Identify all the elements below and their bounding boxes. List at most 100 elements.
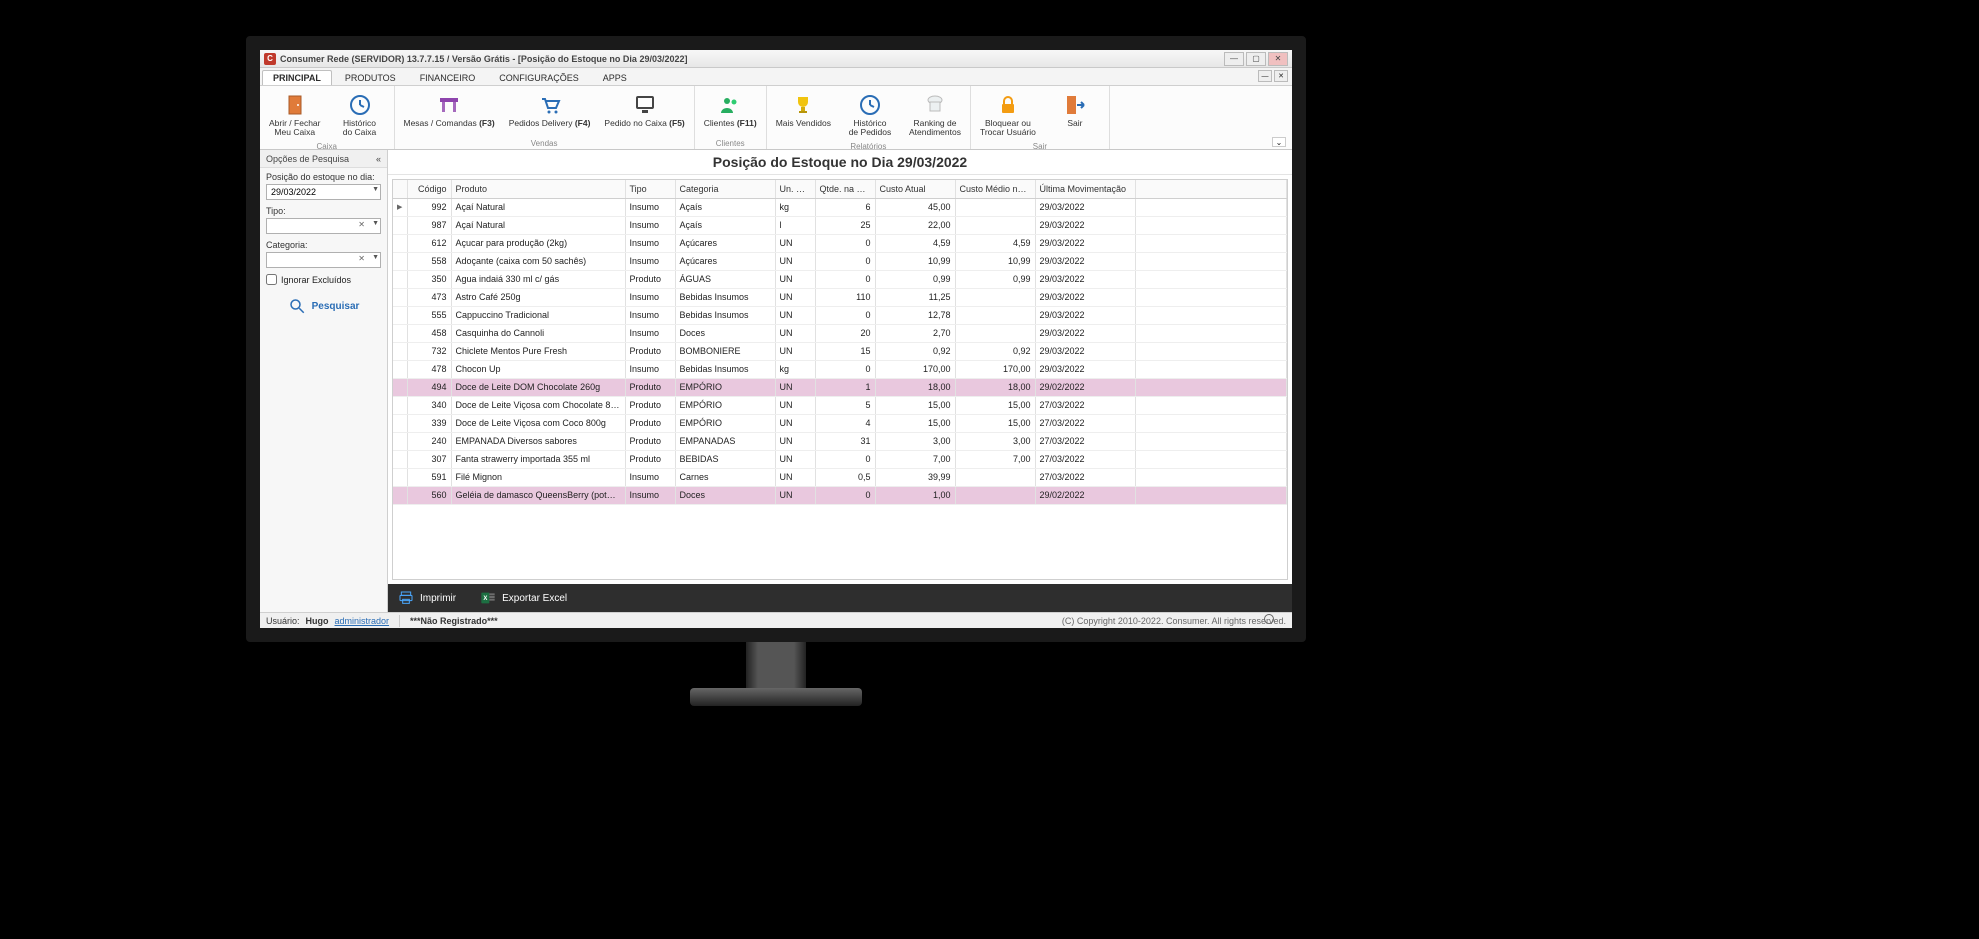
categoria-dropdown-icon[interactable]: ▼ xyxy=(372,254,379,261)
table-cell: Produto xyxy=(625,414,675,432)
ribbon-item-3-2[interactable]: Ranking deAtendimentos xyxy=(904,88,966,141)
table-cell: ▶ xyxy=(393,198,407,216)
table-row[interactable]: 478Chocon UpInsumoBebidas Insumoskg0170,… xyxy=(393,360,1287,378)
table-cell: 240 xyxy=(407,432,451,450)
tipo-dropdown-icon[interactable]: ▼ xyxy=(372,220,379,227)
minimize-button[interactable]: — xyxy=(1224,52,1244,66)
table-cell: 15,00 xyxy=(955,396,1035,414)
ribbon-item-3-0[interactable]: Mais Vendidos xyxy=(771,88,836,141)
table-row[interactable]: 555Cappuccino TradicionalInsumoBebidas I… xyxy=(393,306,1287,324)
table-row[interactable]: 612Açucar para produção (2kg)InsumoAçúca… xyxy=(393,234,1287,252)
column-header[interactable] xyxy=(393,180,407,198)
printer-icon xyxy=(398,590,414,606)
ribbon-item-4-0[interactable]: Bloquear ouTrocar Usuário xyxy=(975,88,1041,141)
door-icon xyxy=(283,93,307,117)
ribbon-item-1-2[interactable]: Pedido no Caixa (F5) xyxy=(599,88,689,138)
mdi-minimize-button[interactable]: — xyxy=(1258,70,1272,82)
table-row[interactable]: 591Filé MignonInsumoCarnesUN0,539,9927/0… xyxy=(393,468,1287,486)
column-header[interactable]: Un. Me... xyxy=(775,180,815,198)
ribbon-group-label: Caixa xyxy=(264,141,390,152)
table-cell: UN xyxy=(775,342,815,360)
status-user-role-link[interactable]: administrador xyxy=(335,616,390,626)
ribbon-collapse-button[interactable]: ⌄ xyxy=(1272,137,1286,147)
column-header[interactable]: Qtde. na Data xyxy=(815,180,875,198)
table-cell xyxy=(393,378,407,396)
column-header[interactable]: Categoria xyxy=(675,180,775,198)
table-row[interactable]: 494Doce de Leite DOM Chocolate 260gProdu… xyxy=(393,378,1287,396)
column-header[interactable]: Custo Atual xyxy=(875,180,955,198)
monitor-icon xyxy=(633,93,657,117)
table-cell: 29/03/2022 xyxy=(1035,342,1135,360)
tab-apps[interactable]: APPS xyxy=(592,70,638,85)
tab-produtos[interactable]: PRODUTOS xyxy=(334,70,407,85)
table-row[interactable]: 307Fanta strawerry importada 355 mlProdu… xyxy=(393,450,1287,468)
print-button[interactable]: Imprimir xyxy=(398,590,456,606)
categoria-clear-icon[interactable]: ✕ xyxy=(358,254,365,263)
table-row[interactable]: 240EMPANADA Diversos saboresProdutoEMPAN… xyxy=(393,432,1287,450)
table-cell xyxy=(393,216,407,234)
close-button[interactable]: ✕ xyxy=(1268,52,1288,66)
ribbon-item-1-1[interactable]: Pedidos Delivery (F4) xyxy=(504,88,596,138)
table-cell: 170,00 xyxy=(955,360,1035,378)
ribbon-item-label: Abrir / FecharMeu Caixa xyxy=(269,119,321,138)
table-cell: 1,00 xyxy=(875,486,955,504)
table-row[interactable]: 473Astro Café 250gInsumoBebidas InsumosU… xyxy=(393,288,1287,306)
table-cell xyxy=(393,288,407,306)
table-cell xyxy=(955,468,1035,486)
column-header[interactable]: Produto xyxy=(451,180,625,198)
ribbon-item-2-0[interactable]: Clientes (F11) xyxy=(699,88,762,138)
table-cell xyxy=(1135,306,1287,324)
export-excel-button[interactable]: X Exportar Excel xyxy=(480,590,567,606)
table-cell: Produto xyxy=(625,270,675,288)
table-row[interactable]: 558Adoçante (caixa com 50 sachês)InsumoA… xyxy=(393,252,1287,270)
table-cell: kg xyxy=(775,360,815,378)
tipo-clear-icon[interactable]: ✕ xyxy=(358,220,365,229)
table-cell xyxy=(955,306,1035,324)
table-cell xyxy=(393,306,407,324)
table-row[interactable]: 987Açaí NaturalInsumoAçaísl2522,0029/03/… xyxy=(393,216,1287,234)
table-row[interactable]: 350Agua indaiá 330 ml c/ gásProdutoÁGUAS… xyxy=(393,270,1287,288)
table-cell: Astro Café 250g xyxy=(451,288,625,306)
table-cell: UN xyxy=(775,378,815,396)
ribbon-item-4-1[interactable]: Sair xyxy=(1045,88,1105,141)
table-cell: Produto xyxy=(625,378,675,396)
column-header[interactable]: Última Movimentação xyxy=(1035,180,1135,198)
tab-principal[interactable]: PRINCIPAL xyxy=(262,70,332,85)
table-cell: Insumo xyxy=(625,468,675,486)
ribbon-item-label: Históricodo Caixa xyxy=(343,119,377,138)
search-button[interactable]: Pesquisar xyxy=(288,297,360,315)
table-row[interactable]: ▶992Açaí NaturalInsumoAçaískg645,0029/03… xyxy=(393,198,1287,216)
table-row[interactable]: 560Geléia de damasco QueensBerry (pote d… xyxy=(393,486,1287,504)
table-cell xyxy=(1135,468,1287,486)
table-cell xyxy=(393,342,407,360)
table-cell: 27/03/2022 xyxy=(1035,468,1135,486)
ignorar-excluidos-checkbox[interactable] xyxy=(266,274,277,285)
column-header[interactable]: Código xyxy=(407,180,451,198)
tab-configuracoes[interactable]: CONFIGURAÇÕES xyxy=(488,70,590,85)
table-row[interactable]: 340Doce de Leite Viçosa com Chocolate 80… xyxy=(393,396,1287,414)
table-cell: 558 xyxy=(407,252,451,270)
table-cell: 4,59 xyxy=(875,234,955,252)
app-icon: C xyxy=(264,53,276,65)
table-cell xyxy=(393,414,407,432)
column-header[interactable]: Custo Médio na Data xyxy=(955,180,1035,198)
sidebar-collapse-icon[interactable]: « xyxy=(376,154,381,164)
table-row[interactable]: 458Casquinha do CannoliInsumoDocesUN202,… xyxy=(393,324,1287,342)
ribbon-item-0-0[interactable]: Abrir / FecharMeu Caixa xyxy=(264,88,326,141)
table-cell: 29/03/2022 xyxy=(1035,198,1135,216)
ribbon-item-label: Mesas / Comandas (F3) xyxy=(404,119,495,128)
date-dropdown-icon[interactable]: ▼ xyxy=(372,186,379,193)
column-header[interactable]: Tipo xyxy=(625,180,675,198)
mdi-close-button[interactable]: ✕ xyxy=(1274,70,1288,82)
table-row[interactable]: 732Chiclete Mentos Pure FreshProdutoBOMB… xyxy=(393,342,1287,360)
ribbon-item-1-0[interactable]: Mesas / Comandas (F3) xyxy=(399,88,500,138)
tab-financeiro[interactable]: FINANCEIRO xyxy=(409,70,487,85)
maximize-button[interactable]: ▢ xyxy=(1246,52,1266,66)
menu-tabs: PRINCIPAL PRODUTOS FINANCEIRO CONFIGURAÇ… xyxy=(260,68,1292,86)
date-input[interactable] xyxy=(266,184,381,200)
table-row[interactable]: 339Doce de Leite Viçosa com Coco 800gPro… xyxy=(393,414,1287,432)
ribbon-item-0-1[interactable]: Históricodo Caixa xyxy=(330,88,390,141)
ribbon-item-label: Ranking deAtendimentos xyxy=(909,119,961,138)
data-grid[interactable]: CódigoProdutoTipoCategoriaUn. Me...Qtde.… xyxy=(392,179,1288,580)
ribbon-item-3-1[interactable]: Históricode Pedidos xyxy=(840,88,900,141)
